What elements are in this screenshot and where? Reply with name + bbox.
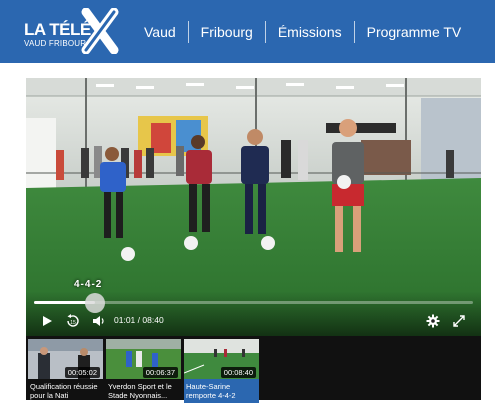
time-display: 01:01 / 08:40 <box>114 315 164 325</box>
video-duration: 00:05:02 <box>64 367 100 378</box>
nav-item-programme-tv[interactable]: Programme TV <box>355 21 474 43</box>
site-header: LA TÉLÉ VAUD FRIBOURG Vaud Fribourg Émis… <box>0 0 495 63</box>
nav-item-fribourg[interactable]: Fribourg <box>189 21 265 43</box>
main-nav: Vaud Fribourg Émissions Programme TV <box>132 20 473 44</box>
settings-gear-icon <box>426 314 440 328</box>
svg-text:15: 15 <box>70 320 76 326</box>
video-duration: 00:08:40 <box>220 367 256 378</box>
player-controls: 4-4-2 15 01:01 / 08:40 <box>26 279 481 336</box>
fullscreen-icon <box>453 315 465 327</box>
nav-item-vaud[interactable]: Vaud <box>132 21 188 43</box>
time-separator: / <box>137 315 141 325</box>
replay-15-icon: 15 <box>67 314 79 327</box>
fullscreen-button[interactable] <box>450 312 468 330</box>
progress-bar[interactable]: 4-4-2 <box>34 279 473 313</box>
related-video-item[interactable]: 00:05:02 Qualification réussie pour la N… <box>28 339 103 400</box>
play-icon <box>43 316 52 326</box>
related-video-item-active[interactable]: 00:08:40 Haute-Sarine remporte 4-4-2 <box>184 339 259 403</box>
progress-handle[interactable] <box>85 293 106 313</box>
replay-15-button[interactable]: 15 <box>64 312 82 330</box>
play-button[interactable] <box>38 312 56 330</box>
duration: 08:40 <box>142 315 164 325</box>
site-logo[interactable]: LA TÉLÉ VAUD FRIBOURG <box>24 8 119 54</box>
volume-button[interactable] <box>90 312 108 330</box>
video-title: Yverdon Sport et le Stade Nyonnais... <box>108 382 172 400</box>
video-title: Qualification réussie pour la Nati <box>30 382 98 400</box>
related-video-item[interactable]: 00:06:37 Yverdon Sport et le Stade Nyonn… <box>106 339 181 400</box>
settings-button[interactable] <box>424 312 442 330</box>
scrub-preview-label: 4-4-2 <box>74 279 103 290</box>
video-title: Haute-Sarine remporte 4-4-2 <box>186 382 236 400</box>
video-player[interactable]: 4-4-2 15 01:01 / 08:40 <box>26 78 481 336</box>
video-duration: 00:06:37 <box>142 367 178 378</box>
related-videos-strip: 00:05:02 Qualification réussie pour la N… <box>26 336 481 403</box>
current-time: 01:01 <box>114 315 136 325</box>
volume-icon <box>93 316 104 326</box>
nav-item-emissions[interactable]: Émissions <box>266 21 354 43</box>
logo-x-mark-icon <box>81 8 119 54</box>
